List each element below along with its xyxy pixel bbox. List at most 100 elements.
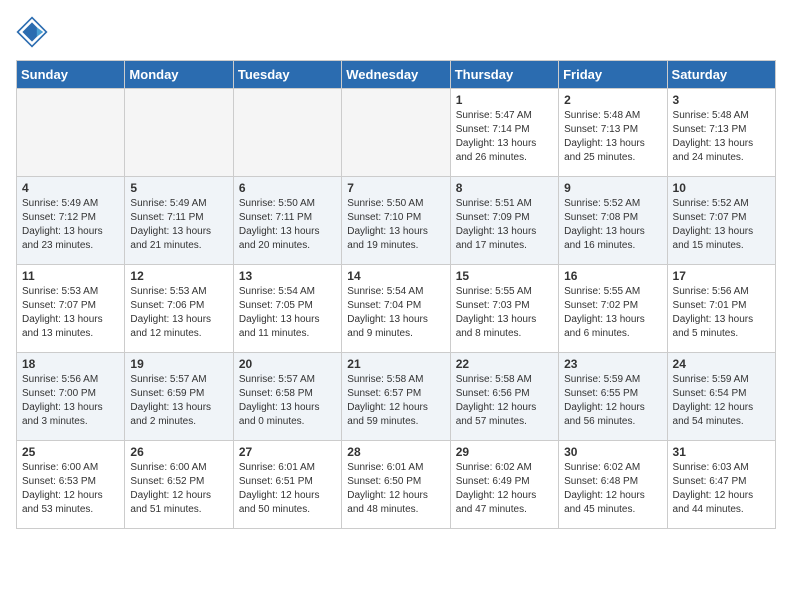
- calendar-cell: 23Sunrise: 5:59 AM Sunset: 6:55 PM Dayli…: [559, 353, 667, 441]
- calendar-cell: 21 Sunrise: 5:58 AM Sunset: 6:57 PM Dayli…: [342, 353, 450, 441]
- day-number: 10: [673, 181, 770, 195]
- calendar-cell: 6Sunrise: 5:50 AM Sunset: 7:11 PM Daylig…: [233, 177, 341, 265]
- day-number: 6: [239, 181, 336, 195]
- day-number: 12: [130, 269, 227, 283]
- day-number: 17: [673, 269, 770, 283]
- calendar-cell: [17, 89, 125, 177]
- calendar-cell: 20Sunrise: 5:57 AM Sunset: 6:58 PM Dayli…: [233, 353, 341, 441]
- day-info: Sunrise: 5:52 AM Sunset: 7:08 PM Dayligh…: [564, 197, 661, 253]
- calendar-cell: 27 Sunrise: 6:01 AM Sunset: 6:51 PM Dayli…: [233, 441, 341, 529]
- day-number: 28: [347, 445, 444, 459]
- calendar-cell: 18Sunrise: 5:56 AM Sunset: 7:00 PM Dayli…: [17, 353, 125, 441]
- day-info: Sunrise: 6:00 AM Sunset: 6:52 PM Dayligh…: [130, 461, 227, 517]
- calendar-cell: 31 Sunrise: 6:03 AM Sunset: 6:47 PM Dayli…: [667, 441, 775, 529]
- day-info: Sunrise: 5:55 AM Sunset: 7:02 PM Dayligh…: [564, 285, 661, 341]
- day-info: Sunrise: 5:59 AM Sunset: 6:54 PM Dayligh…: [673, 373, 770, 429]
- day-number: 4: [22, 181, 119, 195]
- calendar-cell: 8 Sunrise: 5:51 AM Sunset: 7:09 PM Daylig…: [450, 177, 558, 265]
- calendar-cell: 19 Sunrise: 5:57 AM Sunset: 6:59 PM Dayli…: [125, 353, 233, 441]
- day-info: Sunrise: 6:03 AM Sunset: 6:47 PM Dayligh…: [673, 461, 770, 517]
- calendar-cell: 2 Sunrise: 5:48 AM Sunset: 7:13 PM Daylig…: [559, 89, 667, 177]
- calendar-cell: 22 Sunrise: 5:58 AM Sunset: 6:56 PM Dayli…: [450, 353, 558, 441]
- day-number: 9: [564, 181, 661, 195]
- day-info: Sunrise: 5:54 AM Sunset: 7:05 PM Dayligh…: [239, 285, 336, 341]
- calendar-cell: 5 Sunrise: 5:49 AM Sunset: 7:11 PM Daylig…: [125, 177, 233, 265]
- calendar-cell: 12 Sunrise: 5:53 AM Sunset: 7:06 PM Dayli…: [125, 265, 233, 353]
- calendar-cell: 17Sunrise: 5:56 AM Sunset: 7:01 PM Dayli…: [667, 265, 775, 353]
- day-number: 30: [564, 445, 661, 459]
- day-info: Sunrise: 5:57 AM Sunset: 6:58 PM Dayligh…: [239, 373, 336, 429]
- day-number: 11: [22, 269, 119, 283]
- calendar-week-row: 25 Sunrise: 6:00 AM Sunset: 6:53 PM Dayli…: [17, 441, 776, 529]
- day-info: Sunrise: 5:47 AM Sunset: 7:14 PM Dayligh…: [456, 109, 553, 165]
- day-info: Sunrise: 6:00 AM Sunset: 6:53 PM Dayligh…: [22, 461, 119, 517]
- day-info: Sunrise: 6:01 AM Sunset: 6:50 PM Dayligh…: [347, 461, 444, 517]
- day-number: 22: [456, 357, 553, 371]
- calendar-cell: 25 Sunrise: 6:00 AM Sunset: 6:53 PM Dayli…: [17, 441, 125, 529]
- day-info: Sunrise: 5:49 AM Sunset: 7:11 PM Dayligh…: [130, 197, 227, 253]
- calendar-cell: 26 Sunrise: 6:00 AM Sunset: 6:52 PM Dayli…: [125, 441, 233, 529]
- column-header-sunday: Sunday: [17, 61, 125, 89]
- day-number: 15: [456, 269, 553, 283]
- day-info: Sunrise: 6:02 AM Sunset: 6:48 PM Dayligh…: [564, 461, 661, 517]
- day-number: 27: [239, 445, 336, 459]
- day-info: Sunrise: 5:56 AM Sunset: 7:00 PM Dayligh…: [22, 373, 119, 429]
- logo-icon: [16, 16, 48, 48]
- calendar-cell: 13 Sunrise: 5:54 AM Sunset: 7:05 PM Dayli…: [233, 265, 341, 353]
- calendar-cell: [233, 89, 341, 177]
- day-info: Sunrise: 5:58 AM Sunset: 6:56 PM Dayligh…: [456, 373, 553, 429]
- calendar-cell: 4 Sunrise: 5:49 AM Sunset: 7:12 PM Daylig…: [17, 177, 125, 265]
- calendar-cell: 29 Sunrise: 6:02 AM Sunset: 6:49 PM Dayli…: [450, 441, 558, 529]
- day-info: Sunrise: 5:51 AM Sunset: 7:09 PM Dayligh…: [456, 197, 553, 253]
- day-number: 31: [673, 445, 770, 459]
- logo: [16, 16, 52, 48]
- day-info: Sunrise: 5:58 AM Sunset: 6:57 PM Dayligh…: [347, 373, 444, 429]
- day-info: Sunrise: 6:02 AM Sunset: 6:49 PM Dayligh…: [456, 461, 553, 517]
- day-number: 16: [564, 269, 661, 283]
- calendar-week-row: 18Sunrise: 5:56 AM Sunset: 7:00 PM Dayli…: [17, 353, 776, 441]
- column-header-monday: Monday: [125, 61, 233, 89]
- calendar-week-row: 11 Sunrise: 5:53 AM Sunset: 7:07 PM Dayli…: [17, 265, 776, 353]
- calendar-cell: 9 Sunrise: 5:52 AM Sunset: 7:08 PM Daylig…: [559, 177, 667, 265]
- calendar-week-row: 4 Sunrise: 5:49 AM Sunset: 7:12 PM Daylig…: [17, 177, 776, 265]
- calendar-header-row: SundayMondayTuesdayWednesdayThursdayFrid…: [17, 61, 776, 89]
- calendar-cell: 11 Sunrise: 5:53 AM Sunset: 7:07 PM Dayli…: [17, 265, 125, 353]
- day-number: 26: [130, 445, 227, 459]
- day-info: Sunrise: 5:52 AM Sunset: 7:07 PM Dayligh…: [673, 197, 770, 253]
- day-number: 24: [673, 357, 770, 371]
- calendar-week-row: 1 Sunrise: 5:47 AM Sunset: 7:14 PM Daylig…: [17, 89, 776, 177]
- day-number: 19: [130, 357, 227, 371]
- day-number: 13: [239, 269, 336, 283]
- day-info: Sunrise: 5:53 AM Sunset: 7:06 PM Dayligh…: [130, 285, 227, 341]
- day-number: 21: [347, 357, 444, 371]
- day-number: 8: [456, 181, 553, 195]
- calendar-cell: 7Sunrise: 5:50 AM Sunset: 7:10 PM Daylig…: [342, 177, 450, 265]
- calendar-cell: [342, 89, 450, 177]
- day-number: 25: [22, 445, 119, 459]
- column-header-thursday: Thursday: [450, 61, 558, 89]
- page-header: [16, 16, 776, 48]
- day-info: Sunrise: 6:01 AM Sunset: 6:51 PM Dayligh…: [239, 461, 336, 517]
- day-number: 5: [130, 181, 227, 195]
- day-number: 23: [564, 357, 661, 371]
- calendar-cell: 30 Sunrise: 6:02 AM Sunset: 6:48 PM Dayli…: [559, 441, 667, 529]
- calendar-cell: 16 Sunrise: 5:55 AM Sunset: 7:02 PM Dayli…: [559, 265, 667, 353]
- column-header-saturday: Saturday: [667, 61, 775, 89]
- day-info: Sunrise: 5:48 AM Sunset: 7:13 PM Dayligh…: [564, 109, 661, 165]
- day-info: Sunrise: 5:57 AM Sunset: 6:59 PM Dayligh…: [130, 373, 227, 429]
- day-number: 2: [564, 93, 661, 107]
- day-number: 1: [456, 93, 553, 107]
- day-number: 14: [347, 269, 444, 283]
- column-header-friday: Friday: [559, 61, 667, 89]
- day-info: Sunrise: 5:53 AM Sunset: 7:07 PM Dayligh…: [22, 285, 119, 341]
- day-info: Sunrise: 5:54 AM Sunset: 7:04 PM Dayligh…: [347, 285, 444, 341]
- day-info: Sunrise: 5:48 AM Sunset: 7:13 PM Dayligh…: [673, 109, 770, 165]
- day-number: 29: [456, 445, 553, 459]
- day-info: Sunrise: 5:50 AM Sunset: 7:10 PM Dayligh…: [347, 197, 444, 253]
- calendar-cell: 24 Sunrise: 5:59 AM Sunset: 6:54 PM Dayli…: [667, 353, 775, 441]
- calendar-cell: 3Sunrise: 5:48 AM Sunset: 7:13 PM Daylig…: [667, 89, 775, 177]
- calendar-cell: 15Sunrise: 5:55 AM Sunset: 7:03 PM Dayli…: [450, 265, 558, 353]
- day-info: Sunrise: 5:49 AM Sunset: 7:12 PM Dayligh…: [22, 197, 119, 253]
- calendar-cell: 28 Sunrise: 6:01 AM Sunset: 6:50 PM Dayli…: [342, 441, 450, 529]
- calendar-cell: 1 Sunrise: 5:47 AM Sunset: 7:14 PM Daylig…: [450, 89, 558, 177]
